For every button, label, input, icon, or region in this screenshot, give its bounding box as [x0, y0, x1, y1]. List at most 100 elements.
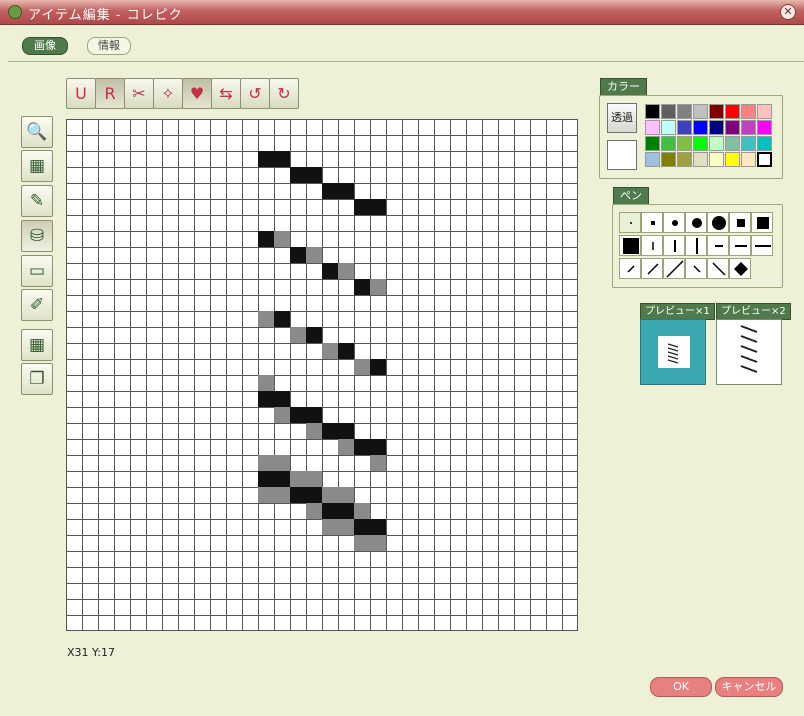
color-swatch[interactable]: [741, 120, 756, 135]
color-swatch[interactable]: [693, 152, 708, 167]
rotate-left-button[interactable]: ↺: [240, 78, 270, 109]
color-swatch[interactable]: [725, 120, 740, 135]
pen-option[interactable]: [641, 258, 663, 279]
color-swatch[interactable]: [725, 104, 740, 119]
color-swatch[interactable]: [645, 152, 660, 167]
color-swatch[interactable]: [709, 104, 724, 119]
fill-tool[interactable]: ⛁: [21, 220, 53, 252]
pen-option[interactable]: [619, 212, 641, 233]
pixel-gray: [306, 423, 322, 439]
pen-option[interactable]: [707, 212, 729, 233]
pencil-tool[interactable]: ✎: [21, 185, 53, 217]
tab-image[interactable]: 画像: [22, 37, 68, 55]
eraser-tool[interactable]: ▭: [21, 255, 53, 287]
color-swatch[interactable]: [661, 136, 676, 151]
pen-shape-icon: [647, 262, 659, 275]
sparkle-button[interactable]: ✧: [153, 78, 183, 109]
pen-option[interactable]: [641, 212, 663, 233]
color-swatch[interactable]: [645, 120, 660, 135]
pen-option[interactable]: [707, 235, 729, 256]
color-swatch[interactable]: [661, 104, 676, 119]
preview-x1-art: [667, 343, 679, 364]
pen-option[interactable]: [729, 235, 751, 256]
pen-shape-icon: [623, 237, 639, 254]
undo-icon: U: [75, 84, 87, 103]
color-swatch[interactable]: [741, 136, 756, 151]
pen-option[interactable]: [729, 258, 751, 279]
color-swatch[interactable]: [693, 136, 708, 151]
select-tool[interactable]: ▦: [21, 150, 53, 182]
rotate-right-button[interactable]: ↻: [269, 78, 299, 109]
pen-selector: [619, 212, 777, 280]
pen-option[interactable]: [685, 235, 707, 256]
pixel-canvas[interactable]: [66, 119, 578, 631]
pixel-dark: [274, 311, 290, 327]
pen-option[interactable]: [751, 212, 773, 233]
transparent-button[interactable]: 透過: [607, 103, 637, 133]
tab-info[interactable]: 情報: [87, 37, 131, 55]
color-swatch[interactable]: [709, 152, 724, 167]
color-swatch[interactable]: [645, 136, 660, 151]
cursor-coordinates: X31 Y:17: [67, 646, 115, 659]
title-bar[interactable]: アイテム編集 - コレピク ✕: [0, 0, 804, 25]
color-swatch[interactable]: [757, 104, 772, 119]
pixel-gray: [258, 311, 274, 327]
pixel-dark: [354, 439, 370, 455]
pixel-gray: [290, 327, 306, 343]
pen-option[interactable]: [663, 235, 685, 256]
color-swatch[interactable]: [725, 136, 740, 151]
color-swatch[interactable]: [709, 136, 724, 151]
color-swatch[interactable]: [677, 120, 692, 135]
pen-option[interactable]: [685, 212, 707, 233]
pen-shape-icon: [712, 261, 726, 276]
cancel-button[interactable]: キャンセル: [715, 677, 783, 697]
pixel-gray: [370, 535, 386, 551]
color-swatch[interactable]: [757, 152, 772, 167]
pen-shape-icon: [630, 221, 632, 224]
pixel-dark: [290, 247, 306, 263]
layer-toggle[interactable]: ❐: [21, 363, 53, 395]
selection-icon: ▦: [28, 156, 46, 176]
color-swatch[interactable]: [645, 104, 660, 119]
close-button[interactable]: ✕: [780, 4, 796, 20]
pen-option[interactable]: [663, 212, 685, 233]
pen-option[interactable]: [707, 258, 729, 279]
color-swatch[interactable]: [741, 104, 756, 119]
pixel-gray: [322, 519, 338, 535]
preview-x2-label: プレビュー×2: [716, 303, 791, 320]
redo-button[interactable]: R: [95, 78, 125, 109]
color-swatch[interactable]: [741, 152, 756, 167]
color-swatch[interactable]: [725, 152, 740, 167]
redo-icon: R: [104, 84, 116, 103]
undo-button[interactable]: U: [66, 78, 96, 109]
color-swatch[interactable]: [693, 104, 708, 119]
pen-option[interactable]: [685, 258, 707, 279]
flip-button[interactable]: ⇆: [211, 78, 241, 109]
color-swatch[interactable]: [661, 120, 676, 135]
color-swatch[interactable]: [709, 120, 724, 135]
pixel-dark: [338, 423, 354, 439]
pen-shape-icon: [666, 259, 684, 278]
color-swatch[interactable]: [757, 120, 772, 135]
zoom-tool[interactable]: 🔍: [21, 116, 53, 148]
color-swatch[interactable]: [677, 152, 692, 167]
grid-toggle[interactable]: ▦: [21, 329, 53, 361]
color-swatch[interactable]: [677, 104, 692, 119]
color-swatch[interactable]: [757, 136, 772, 151]
heart-button[interactable]: ♥: [182, 78, 212, 109]
pen-shape-icon: [674, 239, 676, 252]
ok-button[interactable]: OK: [650, 677, 712, 697]
pen-option[interactable]: [729, 212, 751, 233]
color-swatch[interactable]: [677, 136, 692, 151]
pen-option[interactable]: [751, 235, 773, 256]
pen-option[interactable]: [641, 235, 663, 256]
pixel-gray: [290, 471, 306, 487]
color-swatch[interactable]: [693, 120, 708, 135]
color-swatch[interactable]: [661, 152, 676, 167]
eyedropper-tool[interactable]: ✐: [21, 289, 53, 321]
pixel-gray: [274, 231, 290, 247]
pen-option[interactable]: [619, 258, 641, 279]
pen-option[interactable]: [663, 258, 685, 279]
pen-option[interactable]: [619, 235, 641, 256]
cut-button[interactable]: ✂: [124, 78, 154, 109]
